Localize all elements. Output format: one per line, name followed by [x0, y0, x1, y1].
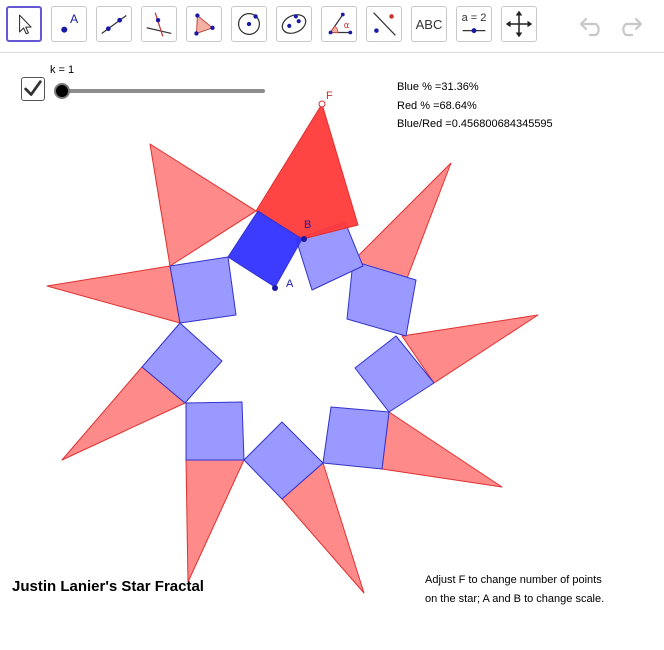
slider-label: k = 1 [50, 64, 75, 76]
star-square [322, 406, 390, 470]
perpendicular-line-tool[interactable] [141, 6, 177, 42]
point-b-label: B [304, 219, 311, 231]
k-slider-track[interactable] [62, 89, 265, 93]
show-slider-checkbox[interactable] [21, 77, 45, 101]
page-title: Justin Lanier's Star Fractal [12, 578, 204, 595]
star-square [169, 256, 237, 324]
point-a-label: A [286, 278, 294, 290]
star-fractal: F B A [46, 90, 539, 594]
point-a[interactable] [272, 285, 278, 291]
ellipse-icon [281, 14, 307, 34]
circle-icon [237, 12, 261, 36]
polygon-tool[interactable] [186, 6, 222, 42]
move-arrows-icon [505, 10, 533, 38]
red-percent: Red % =68.64% [397, 100, 477, 112]
arrow-cursor-icon [19, 14, 32, 35]
angle-tool-label: α [344, 21, 350, 31]
point-f-label: F [326, 90, 333, 102]
conic-tool[interactable] [276, 6, 312, 42]
reflect-icon [373, 12, 396, 36]
move-tool[interactable] [6, 6, 42, 42]
angle-tool[interactable]: α [321, 6, 357, 42]
k-slider-knob[interactable] [54, 83, 70, 99]
star-square [185, 401, 245, 461]
star-point-triangle [352, 162, 452, 282]
point-icon: A [61, 12, 79, 33]
line-tool[interactable] [96, 6, 132, 42]
perpendicular-icon [146, 12, 172, 37]
slider-icon [462, 28, 486, 34]
star-point-triangle [46, 265, 181, 324]
blue-red-ratio: Blue/Red =0.456800684345595 [397, 118, 553, 130]
star-point-triangle [381, 411, 503, 488]
undo-icon[interactable] [578, 13, 608, 37]
redo-icon[interactable] [614, 13, 644, 37]
point-tool[interactable]: A [51, 6, 87, 42]
instructions-line-2: on the star; A and B to change scale. [425, 593, 605, 605]
polygon-icon [194, 13, 215, 36]
text-tool[interactable]: ABC [411, 6, 447, 42]
checkmark-icon [24, 80, 42, 96]
move-graphics-tool[interactable] [501, 6, 537, 42]
text-icon: ABC [415, 16, 443, 32]
circle-tool[interactable] [231, 6, 267, 42]
instructions-line-1: Adjust F to change number of points [425, 574, 602, 586]
point-tool-label: A [70, 12, 79, 26]
blue-percent: Blue % =31.36% [397, 81, 479, 93]
graphics-view[interactable]: F B A [0, 53, 664, 650]
reflect-tool[interactable] [366, 6, 402, 42]
point-b[interactable] [301, 236, 307, 242]
toolbar: A α ABC a = 2 [0, 0, 664, 53]
line-icon [101, 15, 127, 34]
angle-icon: α [328, 12, 353, 35]
point-f[interactable] [318, 100, 326, 108]
slider-tool[interactable]: a = 2 [456, 6, 492, 42]
star-point-triangle [185, 459, 245, 583]
